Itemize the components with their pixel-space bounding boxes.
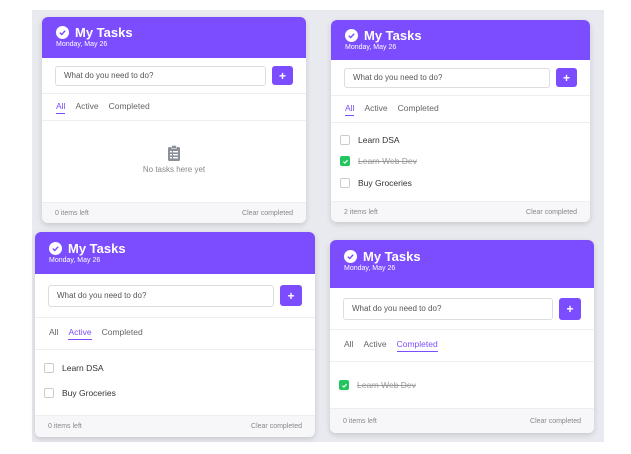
list-item[interactable]: Buy Groceries [331, 178, 412, 188]
task-checkbox[interactable] [340, 135, 350, 145]
tab-completed[interactable]: Completed [398, 103, 439, 116]
task-input[interactable]: What do you need to do? [343, 297, 553, 320]
card-header: My Tasks Monday, May 26 [331, 20, 590, 60]
tab-all[interactable]: All [344, 339, 353, 352]
check-circle-icon [49, 242, 62, 255]
clipboard-icon [168, 145, 180, 161]
check-circle-icon [344, 250, 357, 263]
card-footer: 0 items left Clear completed [42, 202, 306, 223]
card-header: My Tasks Monday, May 26 [35, 232, 315, 274]
task-input[interactable]: What do you need to do? [55, 65, 266, 86]
card-header: My Tasks Monday, May 26 [330, 240, 594, 288]
card-header: My Tasks Monday, May 26 [42, 17, 306, 58]
card-footer: 0 items left Clear completed [35, 415, 315, 437]
task-checkbox[interactable] [44, 388, 54, 398]
tab-all[interactable]: All [49, 327, 58, 340]
task-label: Learn Web Dev [357, 380, 416, 390]
date-label: Monday, May 26 [344, 265, 396, 272]
tab-all[interactable]: All [345, 103, 355, 116]
date-label: Monday, May 26 [56, 41, 108, 48]
task-checkbox[interactable] [44, 363, 54, 373]
task-label: Buy Groceries [358, 178, 412, 188]
clear-completed-button[interactable]: Clear completed [530, 418, 581, 425]
add-task-button[interactable]: + [559, 297, 581, 320]
app-title: My Tasks [363, 249, 421, 264]
tab-active[interactable]: Active [68, 327, 92, 340]
items-left: 0 items left [55, 209, 89, 217]
items-left: 0 items left [48, 423, 82, 430]
task-checkbox[interactable] [339, 380, 349, 390]
tab-completed[interactable]: Completed [109, 101, 150, 114]
items-left: 0 items left [343, 417, 377, 425]
date-label: Monday, May 26 [345, 44, 397, 51]
list-item[interactable]: Buy Groceries [35, 388, 116, 398]
tab-completed[interactable]: Completed [102, 327, 143, 340]
list-item[interactable]: Learn Web Dev [331, 156, 417, 166]
todo-card-3: My Tasks Monday, May 26 What do you need… [35, 232, 315, 437]
task-input[interactable]: What do you need to do? [344, 67, 550, 88]
list-item[interactable]: Learn DSA [35, 363, 104, 373]
add-task-button[interactable]: + [272, 66, 293, 85]
app-title: My Tasks [75, 25, 133, 40]
tab-completed[interactable]: Completed [396, 339, 438, 352]
clear-completed-button[interactable]: Clear completed [251, 423, 302, 430]
list-item[interactable]: Learn DSA [331, 135, 400, 145]
tab-all[interactable]: All [56, 101, 66, 114]
clear-completed-button[interactable]: Clear completed [242, 210, 293, 217]
task-label: Buy Groceries [62, 388, 116, 398]
empty-state: No tasks here yet [42, 145, 306, 174]
task-input[interactable]: What do you need to do? [48, 284, 274, 307]
card-footer: 2 items left Clear completed [331, 201, 590, 222]
clear-completed-button[interactable]: Clear completed [526, 209, 577, 216]
app-title: My Tasks [68, 241, 126, 256]
todo-card-4: My Tasks Monday, May 26 What do you need… [330, 240, 594, 433]
date-label: Monday, May 26 [49, 257, 101, 264]
todo-card-2: My Tasks Monday, May 26 What do you need… [331, 20, 590, 222]
tab-active[interactable]: Active [363, 339, 386, 352]
items-left: 2 items left [344, 208, 378, 216]
check-circle-icon [56, 26, 69, 39]
app-title: My Tasks [364, 28, 422, 43]
task-checkbox[interactable] [340, 156, 350, 166]
add-task-button[interactable]: + [556, 68, 577, 87]
add-task-button[interactable]: + [280, 285, 302, 306]
tab-active[interactable]: Active [75, 101, 98, 114]
task-label: Learn DSA [62, 363, 104, 373]
task-checkbox[interactable] [340, 178, 350, 188]
card-footer: 0 items left Clear completed [330, 408, 594, 433]
task-label: Learn Web Dev [358, 156, 417, 166]
task-label: Learn DSA [358, 135, 400, 145]
empty-text: No tasks here yet [142, 165, 206, 174]
todo-card-1: My Tasks Monday, May 26 What do you need… [42, 17, 306, 223]
tab-active[interactable]: Active [364, 103, 387, 116]
check-circle-icon [345, 29, 358, 42]
list-item[interactable]: Learn Web Dev [330, 380, 416, 390]
